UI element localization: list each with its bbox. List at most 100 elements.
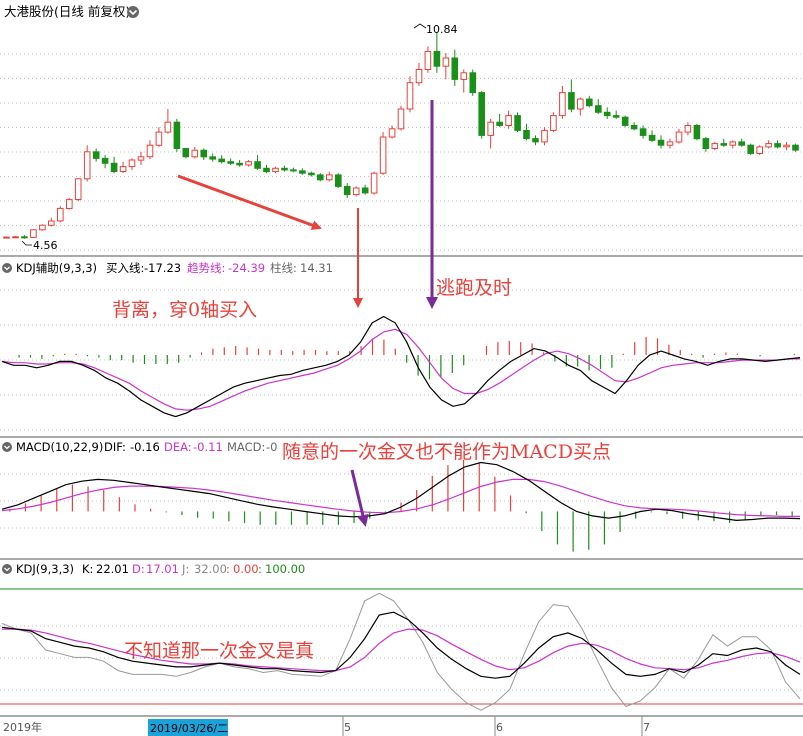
candle-body	[666, 141, 674, 146]
candlestick	[146, 140, 154, 160]
candlestick	[415, 62, 423, 86]
candlestick	[388, 125, 396, 139]
candle-body	[541, 129, 548, 143]
candle-body	[586, 98, 593, 107]
candlestick	[496, 113, 503, 128]
candlestick	[595, 99, 602, 114]
candle-body	[496, 121, 503, 126]
candlestick	[299, 168, 306, 175]
kdj-legend: KDJ(9,3,3) K: 22.01 D: 17.01 J: 32.00 : …	[2, 562, 305, 576]
kdj-upper-band-value: 0.00	[233, 562, 259, 576]
candle-body	[577, 98, 584, 110]
candle-body	[110, 162, 118, 173]
candle-body	[792, 144, 799, 151]
annotation-macd-cross: 随意的一次金叉也不能作为MACD买点	[282, 441, 611, 463]
candle-body	[621, 116, 629, 126]
macd-dif-value: -0.16	[130, 440, 160, 454]
main-panel-grid	[0, 53, 803, 251]
candlestick	[236, 160, 243, 167]
kdj-k-value: 22.01	[96, 562, 129, 576]
circle-chevron-icon[interactable]	[2, 442, 12, 452]
candle-body	[66, 199, 73, 210]
candlestick	[532, 135, 539, 146]
candle-body	[3, 236, 10, 239]
candle-body	[720, 143, 728, 146]
candle-body	[200, 149, 208, 158]
candle-body	[361, 187, 369, 194]
candle-body	[523, 129, 530, 140]
main-title: 大港股份(日线 前复权)	[4, 4, 130, 19]
x-axis-label-month-5: 5	[344, 721, 351, 734]
kdj-title: KDJ(9,3,3)	[16, 562, 74, 576]
price-low-label: 4.56	[33, 239, 58, 252]
candlestick	[738, 138, 746, 147]
candle-body	[227, 161, 234, 164]
macd-dif-label: DIF:	[104, 440, 126, 454]
candle-body	[648, 134, 656, 141]
candlestick	[92, 148, 100, 162]
candle-body	[218, 158, 225, 163]
candle-body	[738, 141, 746, 146]
divergence-arrow	[177, 174, 322, 230]
kdj-aux-buy-line	[1, 315, 801, 418]
candle-body	[236, 162, 243, 166]
macd-legend: MACD(10,22,9) DIF: -0.16 DEA: -0.11 MACD…	[2, 440, 277, 454]
candle-body	[657, 139, 665, 146]
candle-body	[756, 146, 764, 154]
x-axis: 2019年 2019/03/26/二 5 6 7	[3, 716, 650, 736]
candle-body	[388, 128, 396, 138]
svg-text:MACD(10,22,9) DIF:: MACD(10,22,9) DIF: -0.16 DEA: -0.11 MACD…	[16, 440, 277, 454]
candlestick	[541, 127, 548, 146]
kdj-aux-legend: KDJ辅助(9,3,3) 买入线: -17.23 趋势线: -24.39 柱线:…	[2, 261, 333, 275]
candlestick	[442, 53, 450, 80]
candle-body	[370, 172, 378, 194]
kdj-d-value: 17.01	[146, 562, 179, 576]
candlestick	[110, 156, 118, 174]
candlestick	[326, 171, 333, 182]
candle-body	[595, 105, 602, 113]
candle-body	[12, 236, 19, 239]
kdj-aux-trend-value: -24.39	[228, 261, 265, 275]
candlestick-series	[3, 31, 799, 239]
candlestick	[335, 173, 342, 189]
candle-body	[684, 125, 692, 133]
price-high-label: 10.84	[426, 23, 458, 36]
candlestick	[227, 158, 234, 165]
kdj-panel-grid	[0, 588, 803, 705]
candle-body	[101, 157, 109, 164]
candle-body	[487, 121, 494, 136]
candle-body	[146, 144, 154, 158]
candle-body	[317, 174, 324, 181]
candle-body	[155, 131, 163, 146]
candle-body	[397, 108, 405, 130]
candlestick	[308, 171, 315, 177]
candlestick	[514, 112, 521, 133]
candle-body	[505, 115, 512, 126]
candlestick	[612, 110, 620, 119]
candlestick	[200, 148, 208, 161]
candle-body	[469, 72, 477, 94]
candlestick	[765, 140, 772, 149]
candlestick	[57, 206, 64, 223]
candlestick	[66, 197, 73, 210]
candlestick	[693, 123, 701, 141]
candle-body	[612, 115, 620, 118]
candle-body	[559, 92, 566, 117]
circle-chevron-icon[interactable]	[2, 564, 12, 574]
candlestick	[621, 115, 629, 128]
candlestick	[155, 127, 163, 147]
annotation-divergence: 背离，穿0轴买入	[112, 299, 257, 321]
candle-body	[406, 82, 414, 110]
candle-body	[299, 170, 306, 174]
candle-body	[164, 121, 172, 133]
candlestick	[792, 143, 799, 152]
circle-chevron-icon[interactable]	[2, 263, 12, 273]
candlestick	[586, 95, 593, 108]
macd-series	[1, 459, 801, 552]
circle-chevron-icon[interactable]	[127, 6, 139, 18]
candle-body	[74, 178, 82, 201]
candlestick	[559, 85, 566, 119]
candle-body	[182, 148, 190, 158]
candle-body	[92, 151, 100, 159]
kdj-aux-series	[1, 315, 801, 418]
